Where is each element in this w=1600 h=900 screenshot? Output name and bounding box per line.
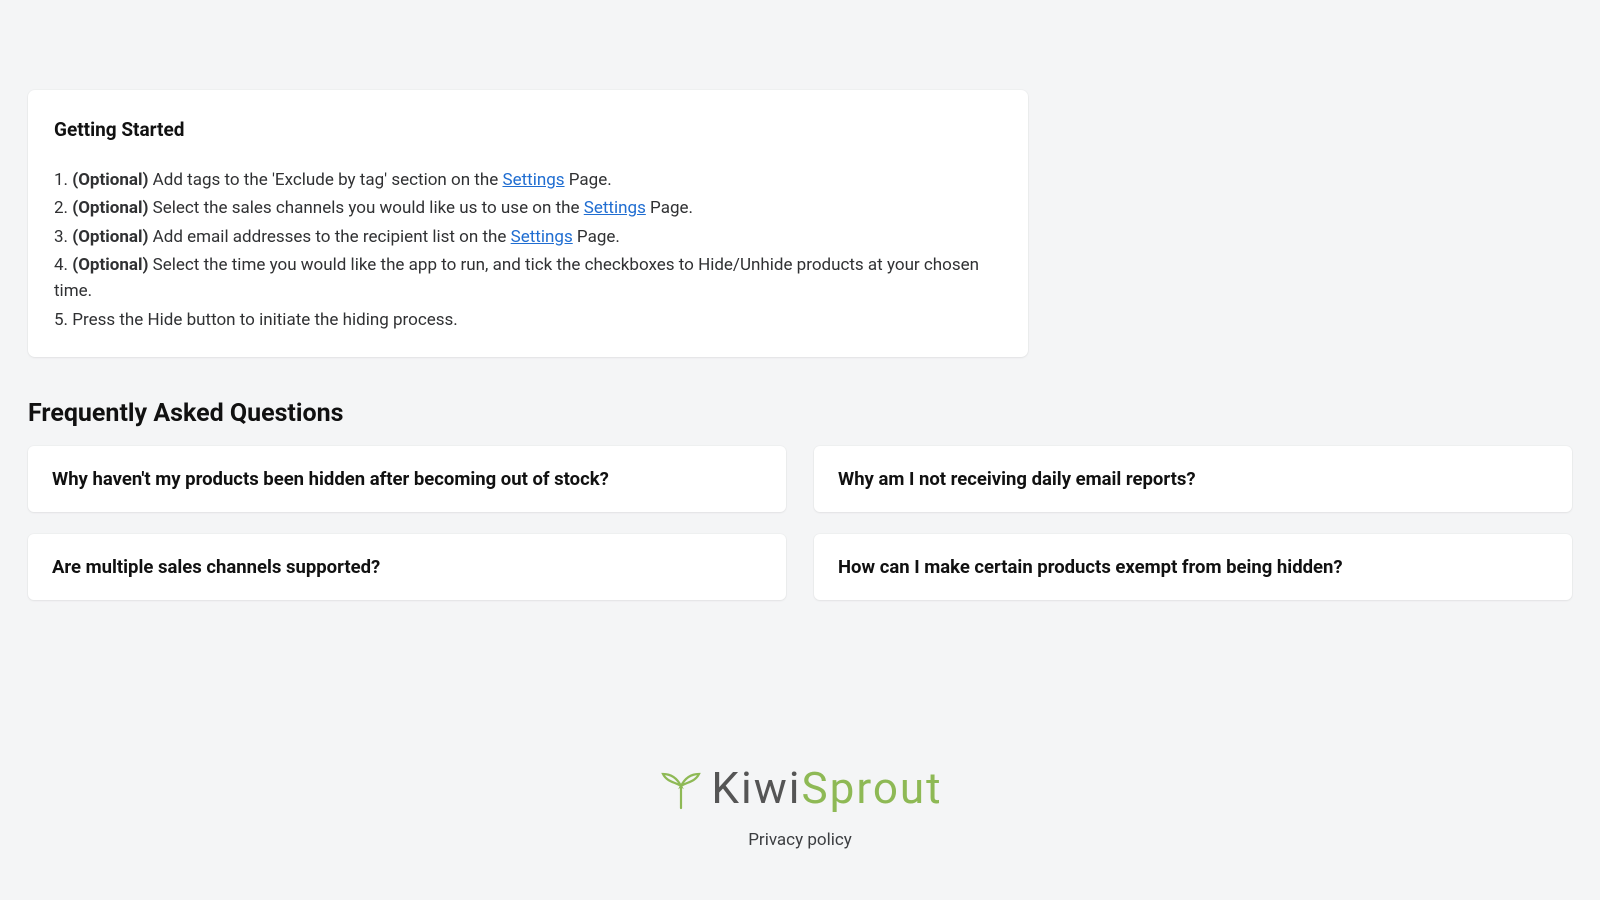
step-text-after: Page.	[565, 170, 612, 190]
privacy-policy-link[interactable]: Privacy policy	[748, 830, 852, 850]
settings-link[interactable]: Settings	[502, 170, 564, 190]
step-optional-label: (Optional)	[72, 170, 148, 190]
settings-link[interactable]: Settings	[511, 227, 573, 247]
step-text: Select the sales channels you would like…	[148, 198, 583, 218]
getting-started-step: 1. (Optional) Add tags to the 'Exclude b…	[54, 167, 1002, 193]
step-optional-label: (Optional)	[72, 227, 148, 247]
getting-started-steps: 1. (Optional) Add tags to the 'Exclude b…	[54, 167, 1002, 333]
faq-item[interactable]: How can I make certain products exempt f…	[814, 534, 1572, 600]
step-number: 4.	[54, 255, 72, 275]
getting-started-step: 5. Press the Hide button to initiate the…	[54, 307, 1002, 333]
step-number: 2.	[54, 198, 72, 218]
step-text: Add email addresses to the recipient lis…	[148, 227, 510, 247]
step-optional-label: (Optional)	[72, 255, 148, 275]
brand-logo: KiwiSprout	[657, 758, 942, 818]
faq-item[interactable]: Why haven't my products been hidden afte…	[28, 446, 786, 512]
settings-link[interactable]: Settings	[584, 198, 646, 218]
faq-item[interactable]: Are multiple sales channels supported?	[28, 534, 786, 600]
brand-text: KiwiSprout	[711, 762, 942, 814]
step-optional-label: (Optional)	[72, 198, 148, 218]
step-text: Select the time you would like the app t…	[54, 255, 979, 301]
step-text: Press the Hide button to initiate the hi…	[72, 310, 458, 330]
getting-started-step: 2. (Optional) Select the sales channels …	[54, 195, 1002, 221]
getting-started-step: 3. (Optional) Add email addresses to the…	[54, 224, 1002, 250]
brand-second: Sprout	[802, 762, 943, 814]
faq-grid: Why haven't my products been hidden afte…	[28, 446, 1572, 600]
step-number: 5.	[54, 310, 72, 330]
faq-heading: Frequently Asked Questions	[28, 399, 1572, 428]
step-number: 1.	[54, 170, 72, 190]
footer: KiwiSprout Privacy policy	[28, 698, 1572, 872]
brand-first: Kiwi	[711, 762, 801, 814]
getting-started-card: Getting Started 1. (Optional) Add tags t…	[28, 90, 1028, 357]
getting-started-title: Getting Started	[54, 118, 1002, 141]
getting-started-step: 4. (Optional) Select the time you would …	[54, 252, 1002, 305]
step-number: 3.	[54, 227, 72, 247]
step-text-after: Page.	[646, 198, 693, 218]
faq-item[interactable]: Why am I not receiving daily email repor…	[814, 446, 1572, 512]
step-text-after: Page.	[573, 227, 620, 247]
page-root: Getting Started 1. (Optional) Add tags t…	[0, 0, 1600, 900]
step-text: Add tags to the 'Exclude by tag' section…	[148, 170, 502, 190]
sprout-icon	[657, 764, 705, 812]
